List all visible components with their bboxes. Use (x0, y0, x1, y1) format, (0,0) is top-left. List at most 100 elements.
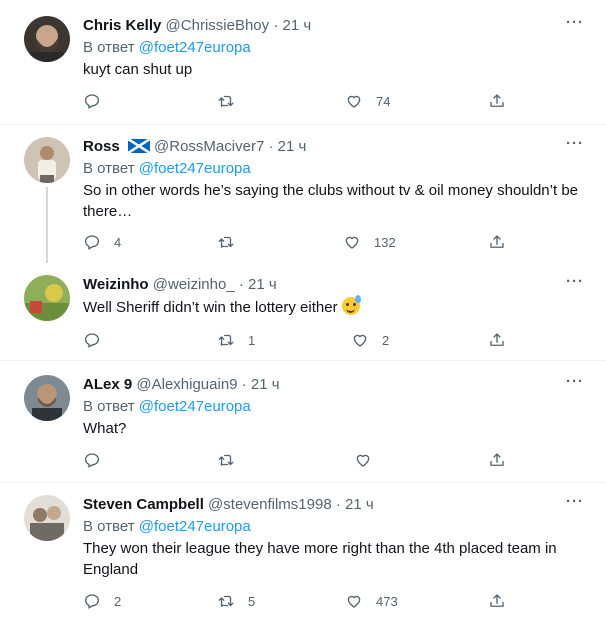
avatar[interactable] (24, 275, 70, 321)
share-button[interactable] (488, 91, 506, 111)
timestamp[interactable]: 21 ч (248, 276, 277, 293)
avatar[interactable] (24, 495, 70, 541)
reply-to-line: В ответ @foet247europa (83, 159, 251, 178)
timestamp[interactable]: 21 ч (251, 376, 280, 393)
tweet-header: ALex 9 @Alexhiguain9 · 21 ч (83, 375, 280, 394)
share-button[interactable] (488, 450, 506, 470)
reply-count: 2 (114, 593, 122, 609)
reply-icon (84, 453, 100, 468)
tweet-actions: 1 2 (83, 330, 513, 350)
tweet-header: Ross @RossMaciver7 · 21 ч (83, 137, 306, 158)
timestamp[interactable]: 21 ч (282, 17, 311, 34)
retweet-count: 5 (248, 593, 256, 609)
user-handle[interactable]: @stevenfilms1998 (208, 496, 332, 513)
like-button[interactable]: 473 (345, 591, 398, 611)
separator-dot: · (241, 376, 247, 393)
reply-to-link[interactable]: @foet247europa (139, 39, 251, 56)
reply-prefix: В ответ (83, 398, 135, 415)
reply-to-link[interactable]: @foet247europa (139, 160, 251, 177)
user-handle[interactable]: @RossMaciver7 (154, 138, 264, 155)
tweet-actions: 2 5 473 (83, 591, 513, 611)
reply-count: 4 (114, 234, 122, 250)
retweet-icon (218, 454, 234, 466)
like-button[interactable] (354, 450, 385, 470)
like-button[interactable]: 2 (351, 330, 389, 350)
tweet-header: Weizinho @weizinho_ · 21 ч (83, 275, 277, 294)
tweet-1[interactable]: Chris Kelly @ChrissieBhoy · 21 ч ··· В о… (0, 0, 606, 124)
user-handle[interactable]: @Alexhiguain9 (136, 376, 237, 393)
share-icon (490, 235, 504, 248)
heart-icon (347, 595, 361, 608)
retweet-button[interactable]: 5 (217, 591, 255, 611)
reply-button[interactable] (83, 91, 114, 111)
separator-dot: · (335, 496, 341, 513)
like-count: 2 (382, 332, 390, 348)
like-count: 473 (376, 593, 398, 609)
tweet-text-line: Well Sheriff didn’t win the lottery eith… (83, 295, 586, 318)
retweet-icon (218, 334, 234, 346)
thread-line (46, 187, 48, 263)
share-icon (490, 94, 504, 107)
reply-prefix: В ответ (83, 518, 135, 535)
tweet-header: Steven Campbell @stevenfilms1998 · 21 ч (83, 495, 374, 514)
like-count: 74 (376, 93, 391, 109)
like-button[interactable]: 132 (343, 232, 396, 252)
tweet-text: kuyt can shut up (83, 61, 193, 78)
tweet-4[interactable]: ALex 9 @Alexhiguain9 · 21 ч ··· В ответ … (0, 361, 606, 482)
more-options-icon[interactable]: ··· (566, 493, 584, 510)
reply-button[interactable]: 4 (83, 232, 121, 252)
reply-to-link[interactable]: @foet247europa (139, 518, 251, 535)
tweet-header: Chris Kelly @ChrissieBhoy · 21 ч (83, 16, 311, 35)
share-button[interactable] (488, 591, 506, 611)
reply-button[interactable] (83, 330, 114, 350)
tweet-2[interactable]: Ross @RossMaciver7 · 21 ч ··· В ответ @f… (0, 125, 606, 263)
reply-to-line: В ответ @foet247europa (83, 517, 251, 536)
timestamp[interactable]: 21 ч (345, 496, 374, 513)
reply-to-link[interactable]: @foet247europa (139, 398, 251, 415)
more-options-icon[interactable]: ··· (566, 273, 584, 290)
reply-icon (84, 594, 100, 609)
share-button[interactable] (488, 330, 506, 350)
display-name[interactable]: Chris Kelly (83, 17, 161, 34)
tweet-actions: 74 (83, 91, 513, 111)
reply-button[interactable] (83, 450, 114, 470)
separator-dot: · (238, 276, 244, 293)
more-options-icon[interactable]: ··· (566, 14, 584, 31)
display-name[interactable]: Ross (83, 138, 120, 155)
reply-to-line: В ответ @foet247europa (83, 38, 251, 57)
avatar[interactable] (24, 137, 70, 183)
retweet-button[interactable]: 1 (217, 330, 255, 350)
heart-icon (356, 454, 370, 467)
timestamp[interactable]: 21 ч (278, 138, 307, 155)
retweet-icon (218, 95, 234, 107)
tweet-text: They won their league they have more rig… (83, 540, 557, 578)
reply-icon (84, 94, 100, 109)
share-icon (490, 333, 504, 346)
retweet-count: 1 (248, 332, 256, 348)
retweet-button[interactable] (217, 450, 248, 470)
more-options-icon[interactable]: ··· (566, 135, 584, 152)
sweat-smile-emoji-icon (341, 295, 361, 315)
display-name[interactable]: Weizinho (83, 276, 149, 293)
tweet-actions: 4 132 (83, 232, 513, 252)
display-name[interactable]: Steven Campbell (83, 496, 204, 513)
display-name[interactable]: ALex 9 (83, 376, 132, 393)
reply-icon (84, 235, 100, 250)
like-button[interactable]: 74 (345, 91, 390, 111)
user-handle[interactable]: @ChrissieBhoy (166, 17, 270, 34)
avatar[interactable] (24, 16, 70, 62)
share-button[interactable] (488, 232, 506, 252)
avatar[interactable] (24, 375, 70, 421)
tweet-5[interactable]: Steven Campbell @stevenfilms1998 · 21 ч … (0, 483, 606, 625)
retweet-button[interactable] (217, 232, 248, 252)
separator-dot: · (268, 138, 274, 155)
heart-icon (345, 236, 359, 249)
user-handle[interactable]: @weizinho_ (153, 276, 235, 293)
more-options-icon[interactable]: ··· (566, 373, 584, 390)
heart-icon (353, 334, 367, 347)
retweet-icon (218, 236, 234, 248)
reply-button[interactable]: 2 (83, 591, 121, 611)
tweet-3[interactable]: Weizinho @weizinho_ · 21 ч ··· Well Sher… (0, 263, 606, 360)
retweet-button[interactable] (217, 91, 248, 111)
tweet-text: So in other words he’s saying the clubs … (83, 182, 578, 220)
